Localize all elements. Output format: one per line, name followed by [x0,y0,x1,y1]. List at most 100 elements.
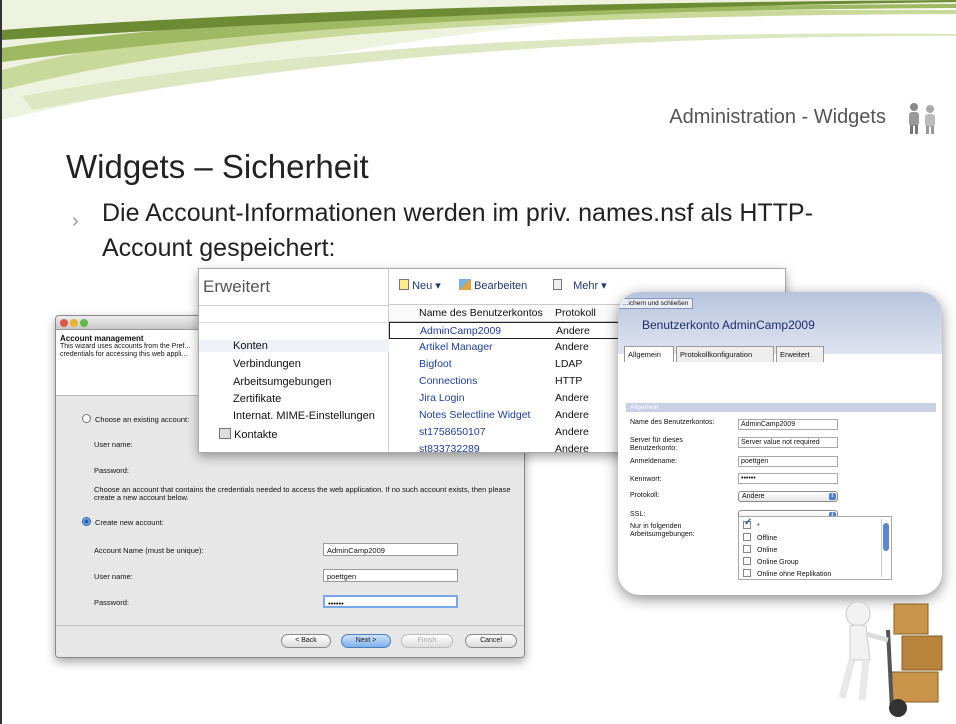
minimize-icon[interactable] [70,319,78,327]
protocol-cell: HTTP [555,375,583,387]
section-header: Allgemein [626,403,936,412]
checkbox[interactable] [743,545,751,553]
list-item[interactable]: Online ohne Replikation [743,569,831,578]
slide-title: Widgets – Sicherheit [66,148,369,185]
tab-protokollkonfiguration[interactable]: Protokollkonfiguration [676,346,774,362]
account-name-cell: Notes Selectline Widget [419,409,531,421]
list-item[interactable]: Offline [743,533,777,542]
environment-label: Online Group [757,559,799,566]
create-new-radio[interactable] [82,517,91,526]
protocol-cell: Andere [556,325,590,337]
scrollbar-thumb[interactable] [883,523,889,551]
new-user-name-label: User name: [94,572,133,581]
new-password-label: Password: [94,598,130,607]
save-and-close-button[interactable]: ...ichern und schließen [618,298,694,309]
erweitert-sidebar: Erweitert Konten Verbindungen Arbeitsumg… [199,269,389,452]
more-button-label: Mehr ▾ [573,280,607,292]
protocol-cell: Andere [555,409,589,421]
create-new-label: Create new account: [95,518,164,527]
list-item[interactable]: Online Group [743,557,799,566]
select-arrow-icon: ⇕ [829,493,836,500]
protocol-select[interactable]: Andere ⇕ [738,491,838,502]
column-header-name[interactable]: Name des Benutzerkontos [419,307,543,319]
contacts-icon [219,428,231,439]
benutzerkonto-title: Benutzerkonto AdminCamp2009 [642,318,815,332]
protocol-cell: Andere [555,443,589,453]
sidebar-item-mime[interactable]: Internat. MIME-Einstellungen [233,410,375,422]
bullet-arrow-icon: › [72,210,79,232]
sidebar-divider [199,305,388,306]
cancel-button[interactable]: Cancel [465,634,517,648]
sidebar-item-arbeitsumgebungen[interactable]: Arbeitsumgebungen [233,376,331,388]
list-item[interactable]: Online [743,545,777,554]
new-user-name-field[interactable]: poettgen [323,569,458,582]
account-name-cell: Bigfoot [419,358,452,370]
account-name-cell: Jira Login [419,392,465,404]
environment-label: Online [757,547,778,554]
protocol-cell: Andere [555,426,589,438]
benutzerkonto-window: ...ichern und schließen Benutzerkonto Ad… [618,292,942,595]
checkbox[interactable] [743,569,751,577]
environments-label: Nur in folgenden Arbeitsumgebungen: [630,523,695,538]
new-button[interactable]: Neu ▾ [399,279,441,292]
new-button-label: Neu ▾ [412,280,441,292]
server-value[interactable]: Server value not required [738,437,838,448]
benutzerkonto-header: ...ichern und schließen Benutzerkonto Ad… [618,292,942,354]
sidebar-item-kontakte[interactable]: Kontakte [219,428,277,441]
tab-erweitert[interactable]: Erweitert [776,346,824,362]
sidebar-item-zertifikate[interactable]: Zertifikate [233,393,281,405]
people-icon [909,103,935,134]
password-value[interactable]: •••••• [738,473,838,484]
erweitert-title: Erweitert [203,277,271,296]
list-scrollbar[interactable] [881,519,889,577]
tab-allgemein[interactable]: Allgemein [624,346,674,362]
account-name-cell: Artikel Manager [419,341,493,353]
server-label: Server für dieses Benutzerkonto: [630,437,683,452]
login-name-value[interactable]: poettgen [738,456,838,467]
wizard-footer: < Back Next > Finish Cancel [56,625,524,657]
slide: Administration - Widgets Widgets – Siche… [0,0,956,724]
info-text: Choose an account that contains the cred… [94,485,511,502]
environment-label: * [757,523,760,530]
sidebar-item-konten[interactable]: Konten [199,340,389,352]
edit-icon [459,279,471,290]
next-button[interactable]: Next > [341,634,391,648]
sidebar-divider [199,322,388,323]
new-password-field[interactable]: •••••• [323,595,458,608]
sidebar-item-verbindungen[interactable]: Verbindungen [233,358,301,370]
checkbox[interactable] [743,533,751,541]
close-icon[interactable] [60,319,68,327]
account-name-cell: Connections [419,375,478,387]
choose-existing-radio[interactable] [82,414,91,423]
account-name-cell: AdminCamp2009 [420,325,502,337]
environment-label: Online ohne Replikation [757,571,832,578]
list-item[interactable]: * [743,517,760,530]
trash-icon [553,279,562,290]
protocol-label: Protokoll: [630,492,660,499]
account-name-field[interactable]: AdminCamp2009 [323,543,458,556]
checkbox[interactable] [743,557,751,565]
account-name-label: Account Name (must be unique): [94,546,204,555]
new-document-icon [399,279,409,290]
column-header-protocol[interactable]: Protokoll [555,307,596,319]
wizard-description: This wizard uses accounts from the Pref.… [60,343,191,358]
account-name-label: Name des Benutzerkontos: [630,419,715,426]
account-name-cell: st833732289 [419,443,480,453]
account-name-value[interactable]: AdminCamp2009 [738,419,838,430]
sidebar-item-label: Kontakte [234,429,278,441]
user-name-label: User name: [94,440,133,449]
bullet-text: Die Account-Informationen werden im priv… [102,199,813,262]
more-button[interactable]: Mehr ▾ [553,279,607,292]
account-name-cell: st1758650107 [419,426,486,438]
checkbox-checked[interactable] [743,517,752,529]
zoom-icon[interactable] [80,319,88,327]
environment-label: Offline [757,535,778,542]
edit-button[interactable]: Bearbeiten [459,279,527,292]
password-label: Password: [94,466,130,475]
password-label: Kennwort: [630,476,662,483]
edit-button-label: Bearbeiten [474,280,528,292]
environments-list: * Offline Online Online Group Online ohn… [738,516,892,580]
protocol-select-value: Andere [742,493,765,500]
back-button[interactable]: < Back [281,634,331,648]
finish-button[interactable]: Finish [401,634,453,648]
